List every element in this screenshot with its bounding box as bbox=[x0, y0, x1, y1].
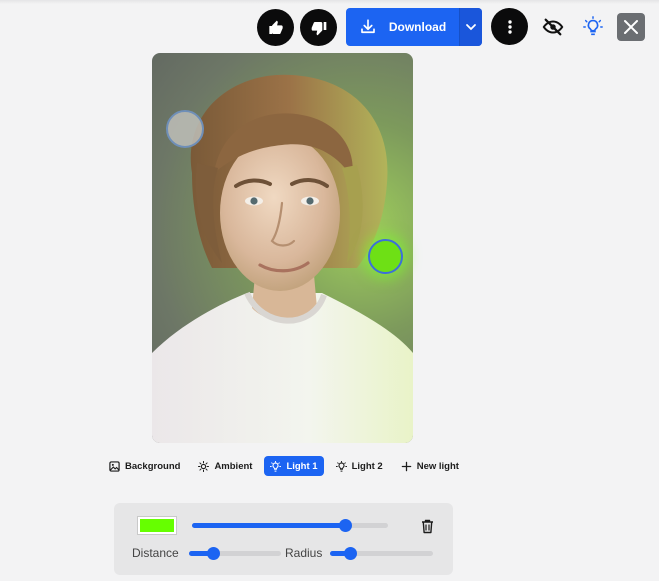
light-tabs: Background Ambient Light 1 Light 2 New l… bbox=[103, 456, 465, 476]
eye-off-icon bbox=[542, 18, 564, 36]
tab-new-light-label: New light bbox=[416, 460, 459, 472]
download-split-button: Download bbox=[346, 8, 482, 46]
lightbulb-icon bbox=[270, 460, 282, 472]
image-icon bbox=[109, 460, 120, 472]
ambient-light-handle[interactable] bbox=[166, 110, 204, 148]
light-mode-button[interactable] bbox=[579, 13, 607, 41]
distance-label: Distance bbox=[132, 546, 179, 560]
download-icon bbox=[361, 19, 375, 34]
more-options-button[interactable] bbox=[491, 8, 528, 45]
download-label: Download bbox=[388, 20, 447, 34]
tab-ambient-label: Ambient bbox=[214, 460, 253, 472]
tab-new-light[interactable]: New light bbox=[395, 456, 465, 476]
chevron-down-icon bbox=[466, 24, 476, 31]
tab-background[interactable]: Background bbox=[103, 456, 186, 476]
thumbs-down-icon bbox=[311, 21, 326, 35]
radius-slider-thumb[interactable] bbox=[343, 547, 357, 560]
plus-icon bbox=[401, 461, 411, 471]
trash-icon bbox=[421, 519, 433, 533]
intensity-slider-fill bbox=[192, 523, 345, 528]
thumbs-up-button[interactable] bbox=[257, 9, 294, 46]
download-options-button[interactable] bbox=[459, 8, 482, 46]
thumbs-down-button[interactable] bbox=[300, 9, 337, 46]
radius-slider[interactable] bbox=[330, 547, 433, 560]
lightbulb-icon bbox=[583, 16, 603, 36]
tab-light-2-label: Light 2 bbox=[351, 460, 383, 472]
distance-slider[interactable] bbox=[189, 547, 281, 560]
intensity-slider-thumb[interactable] bbox=[338, 519, 352, 532]
intensity-slider[interactable] bbox=[192, 519, 388, 532]
light-1-handle[interactable] bbox=[368, 239, 403, 274]
close-button[interactable] bbox=[617, 13, 645, 41]
tab-light-1[interactable]: Light 1 bbox=[264, 456, 324, 476]
tab-light-2[interactable]: Light 2 bbox=[330, 456, 389, 476]
radius-label: Radius bbox=[285, 546, 323, 560]
hide-lights-button[interactable] bbox=[539, 13, 567, 41]
sun-icon bbox=[198, 460, 210, 472]
tab-background-label: Background bbox=[125, 460, 181, 472]
top-edge bbox=[0, 0, 659, 4]
tab-ambient[interactable]: Ambient bbox=[192, 456, 258, 476]
download-button[interactable]: Download bbox=[346, 8, 459, 46]
more-vertical-icon bbox=[507, 19, 512, 34]
light-controls-panel: Distance Radius bbox=[114, 503, 453, 575]
close-icon bbox=[624, 20, 638, 34]
delete-light-button[interactable] bbox=[419, 517, 435, 535]
distance-slider-thumb[interactable] bbox=[206, 547, 220, 560]
thumbs-up-icon bbox=[268, 20, 283, 34]
lightbulb-icon bbox=[335, 460, 347, 472]
tab-light-1-label: Light 1 bbox=[286, 460, 318, 472]
light-color-swatch[interactable] bbox=[138, 517, 176, 534]
